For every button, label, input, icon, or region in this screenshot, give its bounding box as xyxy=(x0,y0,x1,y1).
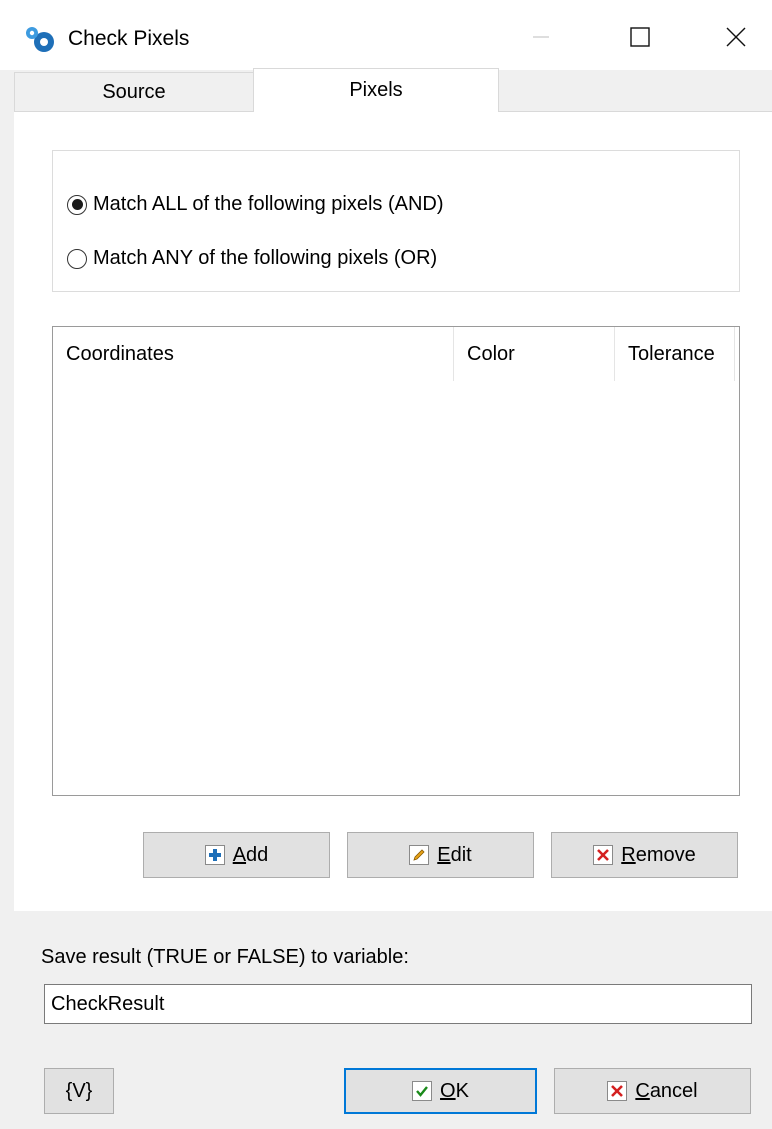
cancel-button[interactable]: Cancel xyxy=(554,1068,751,1114)
minimize-icon xyxy=(533,36,549,38)
maximize-icon xyxy=(630,27,650,47)
column-header-color[interactable]: Color xyxy=(454,327,615,381)
cancel-label: Cancel xyxy=(635,1079,698,1102)
tab-strip: Source Pixels xyxy=(0,68,772,113)
ok-button[interactable]: OK xyxy=(344,1068,537,1114)
pixel-list[interactable]: Coordinates Color Tolerance xyxy=(52,326,740,796)
match-all-option[interactable]: Match ALL of the following pixels (AND) xyxy=(67,193,444,216)
window-title: Check Pixels xyxy=(68,27,190,50)
edit-button[interactable]: Edit xyxy=(347,832,534,878)
plus-icon xyxy=(204,845,225,865)
ok-label: OK xyxy=(440,1079,469,1102)
close-button[interactable] xyxy=(712,17,760,57)
match-any-radio[interactable] xyxy=(67,248,87,269)
pixel-list-header: Coordinates Color Tolerance xyxy=(53,327,739,381)
pencil-icon xyxy=(409,845,430,865)
match-any-option[interactable]: Match ANY of the following pixels (OR) xyxy=(67,247,437,270)
tab-pixels[interactable]: Pixels xyxy=(253,68,499,112)
checkmark-icon xyxy=(412,1081,433,1101)
check-pixels-dialog: Check Pixels Source Pixels Match ALL of … xyxy=(0,0,772,1129)
pixels-tab-panel: Match ALL of the following pixels (AND) … xyxy=(14,111,772,911)
variable-button[interactable]: {V} xyxy=(44,1068,114,1114)
maximize-button[interactable] xyxy=(616,17,664,57)
result-variable-input[interactable] xyxy=(44,984,752,1024)
add-label: Add xyxy=(232,843,269,866)
close-icon xyxy=(726,27,746,47)
x-icon xyxy=(607,1081,628,1101)
match-mode-group: Match ALL of the following pixels (AND) … xyxy=(52,150,740,292)
remove-label: Remove xyxy=(621,843,696,866)
minimize-button[interactable] xyxy=(517,17,565,57)
tab-source[interactable]: Source xyxy=(14,72,254,112)
tab-strip-filler xyxy=(499,72,772,113)
add-button[interactable]: Add xyxy=(143,832,330,878)
match-all-label[interactable]: Match ALL of the following pixels (AND) xyxy=(93,193,444,216)
match-any-label[interactable]: Match ANY of the following pixels (OR) xyxy=(93,247,437,270)
x-icon xyxy=(593,845,614,865)
column-header-coordinates[interactable]: Coordinates xyxy=(53,327,454,381)
save-result-label: Save result (TRUE or FALSE) to variable: xyxy=(41,946,409,968)
remove-button[interactable]: Remove xyxy=(551,832,738,878)
column-header-tolerance[interactable]: Tolerance xyxy=(615,327,735,381)
title-bar: Check Pixels xyxy=(0,0,772,70)
edit-label: Edit xyxy=(437,843,472,866)
match-all-radio[interactable] xyxy=(67,194,87,215)
gears-icon xyxy=(24,25,58,55)
